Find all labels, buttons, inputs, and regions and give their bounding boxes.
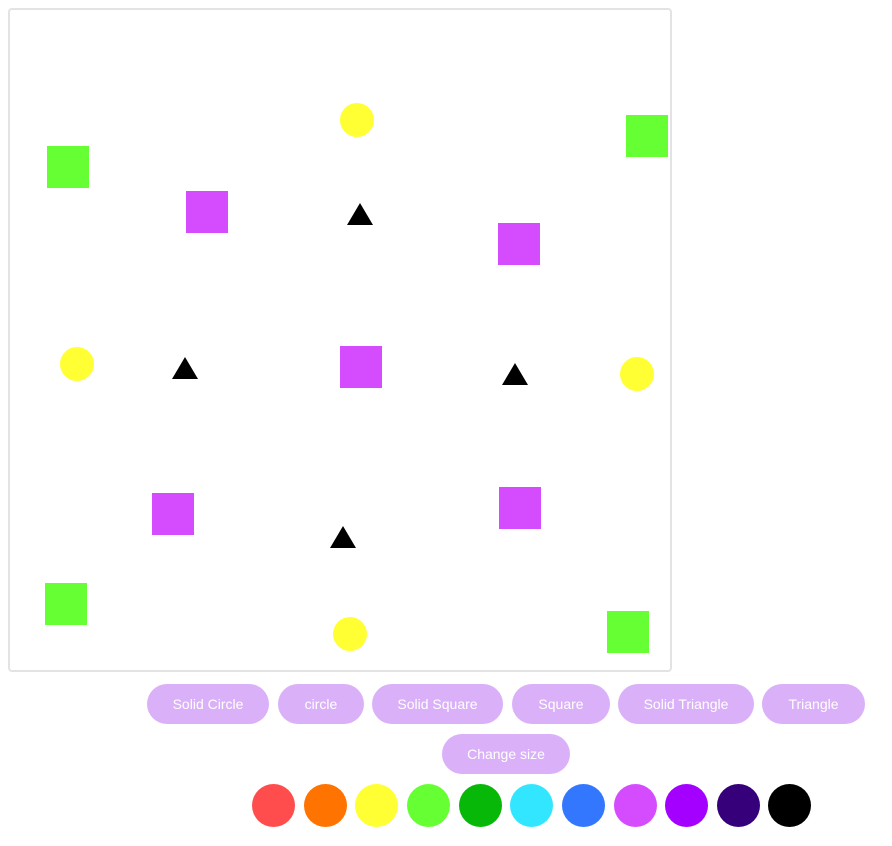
solid-circle-button[interactable]: Solid Circle bbox=[147, 684, 269, 724]
black-triangle bbox=[502, 363, 528, 385]
magenta-square bbox=[152, 493, 194, 535]
magenta-square bbox=[186, 191, 228, 233]
solid-triangle-button[interactable]: Solid Triangle bbox=[618, 684, 754, 724]
magenta-square bbox=[340, 346, 382, 388]
color-swatch-cyan[interactable] bbox=[510, 784, 553, 827]
change-size-button[interactable]: Change size bbox=[442, 734, 570, 774]
green-square bbox=[626, 115, 668, 157]
color-swatch-green[interactable] bbox=[459, 784, 502, 827]
color-swatch-orange[interactable] bbox=[304, 784, 347, 827]
color-swatch-light-green[interactable] bbox=[407, 784, 450, 827]
green-square bbox=[45, 583, 87, 625]
color-swatch-black[interactable] bbox=[768, 784, 811, 827]
drawing-canvas[interactable] bbox=[8, 8, 672, 672]
yellow-circle bbox=[60, 347, 94, 381]
green-square bbox=[607, 611, 649, 653]
color-swatch-red[interactable] bbox=[252, 784, 295, 827]
yellow-circle bbox=[620, 357, 654, 391]
magenta-square bbox=[499, 487, 541, 529]
black-triangle bbox=[347, 203, 373, 225]
magenta-square bbox=[498, 223, 540, 265]
green-square bbox=[47, 146, 89, 188]
color-swatch-blue[interactable] bbox=[562, 784, 605, 827]
square-button[interactable]: Square bbox=[512, 684, 610, 724]
solid-square-button[interactable]: Solid Square bbox=[372, 684, 503, 724]
color-swatch-yellow[interactable] bbox=[355, 784, 398, 827]
color-swatch-magenta[interactable] bbox=[614, 784, 657, 827]
yellow-circle bbox=[340, 103, 374, 137]
color-swatch-indigo[interactable] bbox=[717, 784, 760, 827]
circle-button[interactable]: circle bbox=[278, 684, 364, 724]
color-swatch-purple[interactable] bbox=[665, 784, 708, 827]
black-triangle bbox=[172, 357, 198, 379]
black-triangle bbox=[330, 526, 356, 548]
yellow-circle bbox=[333, 617, 367, 651]
triangle-button[interactable]: Triangle bbox=[762, 684, 865, 724]
